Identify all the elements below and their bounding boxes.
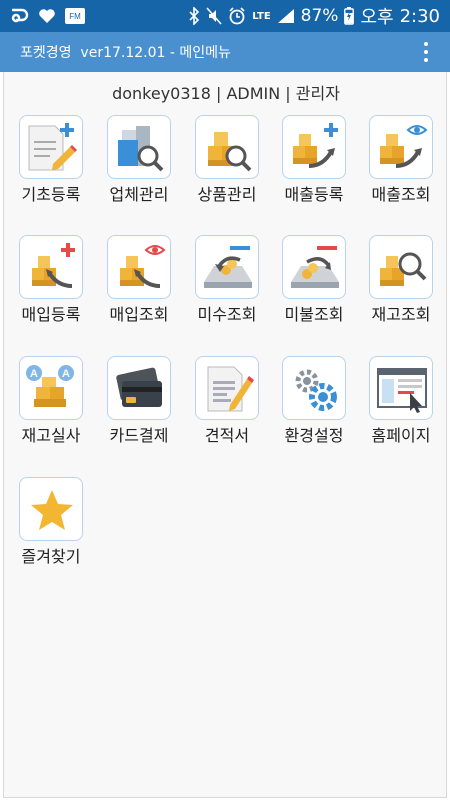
menu-tile: A A [19,356,83,420]
inventory-search-icon [380,252,427,286]
menu-label: 업체관리 [109,185,169,204]
menu-label: 미수조회 [197,305,257,324]
menu-label: 기초등록 [21,185,81,204]
menu-payable-inquiry[interactable]: 미불조회 [274,235,354,335]
menu-sales-registration[interactable]: 매출등록 [274,115,354,215]
menu-tile [195,356,259,420]
app-bar: 포켓경영 ver17.12.01 - 메인메뉴 [0,32,450,72]
company-search-icon [118,126,164,172]
menu-product-management[interactable]: 상품관리 [187,115,267,215]
sales-view-icon [380,125,428,168]
menu-tile [195,235,259,299]
credit-card-icon [116,367,162,407]
menu-tile [369,115,433,179]
menu-label: 상품관리 [197,185,257,204]
svg-text:FM: FM [69,12,81,21]
quote-document-icon [207,366,254,412]
menu-purchase-inquiry[interactable]: 매입조회 [99,235,179,335]
svg-text:A: A [30,368,38,380]
menu-settings[interactable]: 환경설정 [274,356,354,456]
menu-label: 매출조회 [371,185,431,204]
menu-sales-inquiry[interactable]: 매출조회 [361,115,441,215]
menu-label: 재고실사 [21,426,81,445]
menu-label: 미불조회 [284,305,344,324]
menu-label: 즐겨찾기 [21,547,81,566]
receivable-view-icon [204,246,252,288]
menu-inventory-inquiry[interactable]: 재고조회 [361,235,441,335]
status-ampm: 오후 [360,7,394,28]
document-plus-icon [28,123,77,171]
menu-tile [195,115,259,179]
status-time: 2:30 [399,5,440,27]
menu-label: 매출등록 [284,185,344,204]
overflow-dot [424,58,428,62]
app-title: 포켓경영 ver17.12.01 - 메인메뉴 [20,45,231,61]
menu-tile [107,235,171,299]
menu-homepage[interactable]: 홈페이지 [361,356,441,456]
menu-card-payment[interactable]: 카드결제 [99,356,179,456]
homepage-browser-icon [377,368,427,413]
menu-purchase-registration[interactable]: 매입등록 [11,235,91,335]
svg-text:A: A [62,368,70,380]
product-search-icon [208,132,252,172]
menu-tile [369,356,433,420]
inventory-audit-icon: A A [26,365,74,407]
sales-register-icon [293,123,338,168]
mute-icon [206,7,222,25]
heart-icon [38,8,56,24]
app-notification-icon [8,6,30,26]
main-content: donkey0318 | ADMIN | 관리자 기초등록 업체관리 상품관리 … [3,72,447,798]
sim-card-icon: FM [64,7,86,25]
menu-label: 견적서 [204,426,250,445]
menu-inventory-audit[interactable]: A A 재고실사 [11,356,91,456]
menu-company-management[interactable]: 업체관리 [99,115,179,215]
overflow-dot [424,50,428,54]
menu-label: 카드결제 [109,426,169,445]
bluetooth-icon [188,7,200,25]
menu-tile [107,115,171,179]
menu-receivable-inquiry[interactable]: 미수조회 [187,235,267,335]
signal-icon [277,8,295,24]
battery-percent: 87% [300,6,339,26]
status-right: LTE 87% 오후 2:30 [188,3,440,29]
menu-quotation[interactable]: 견적서 [187,356,267,456]
menu-tile [19,115,83,179]
menu-tile [19,235,83,299]
menu-tile [107,356,171,420]
menu-label: 홈페이지 [371,426,431,445]
menu-tile [282,356,346,420]
menu-label: 재고조회 [371,305,431,324]
settings-gears-icon [295,369,337,411]
lte-label: LTE [252,10,271,22]
menu-tile [282,235,346,299]
overflow-dot [424,42,428,46]
menu-tile [19,477,83,541]
menu-favorites[interactable]: 즐겨찾기 [11,477,91,577]
menu-label: 환경설정 [284,426,344,445]
purchase-view-icon [120,245,166,288]
purchase-register-icon [32,243,75,288]
star-icon [31,490,73,530]
menu-basic-registration[interactable]: 기초등록 [11,115,91,215]
payable-view-icon [291,246,339,288]
menu-label: 매입조회 [109,305,169,324]
menu-tile [282,115,346,179]
overflow-menu-button[interactable] [416,38,436,66]
menu-tile [369,235,433,299]
status-bar: FM LTE 87% 오후 2:30 [0,0,450,32]
alarm-icon [228,7,246,25]
status-left: FM [8,6,86,26]
menu-label: 매입등록 [21,305,81,324]
user-info: donkey0318 | ADMIN | 관리자 [112,84,340,103]
battery-charging-icon [344,7,355,25]
